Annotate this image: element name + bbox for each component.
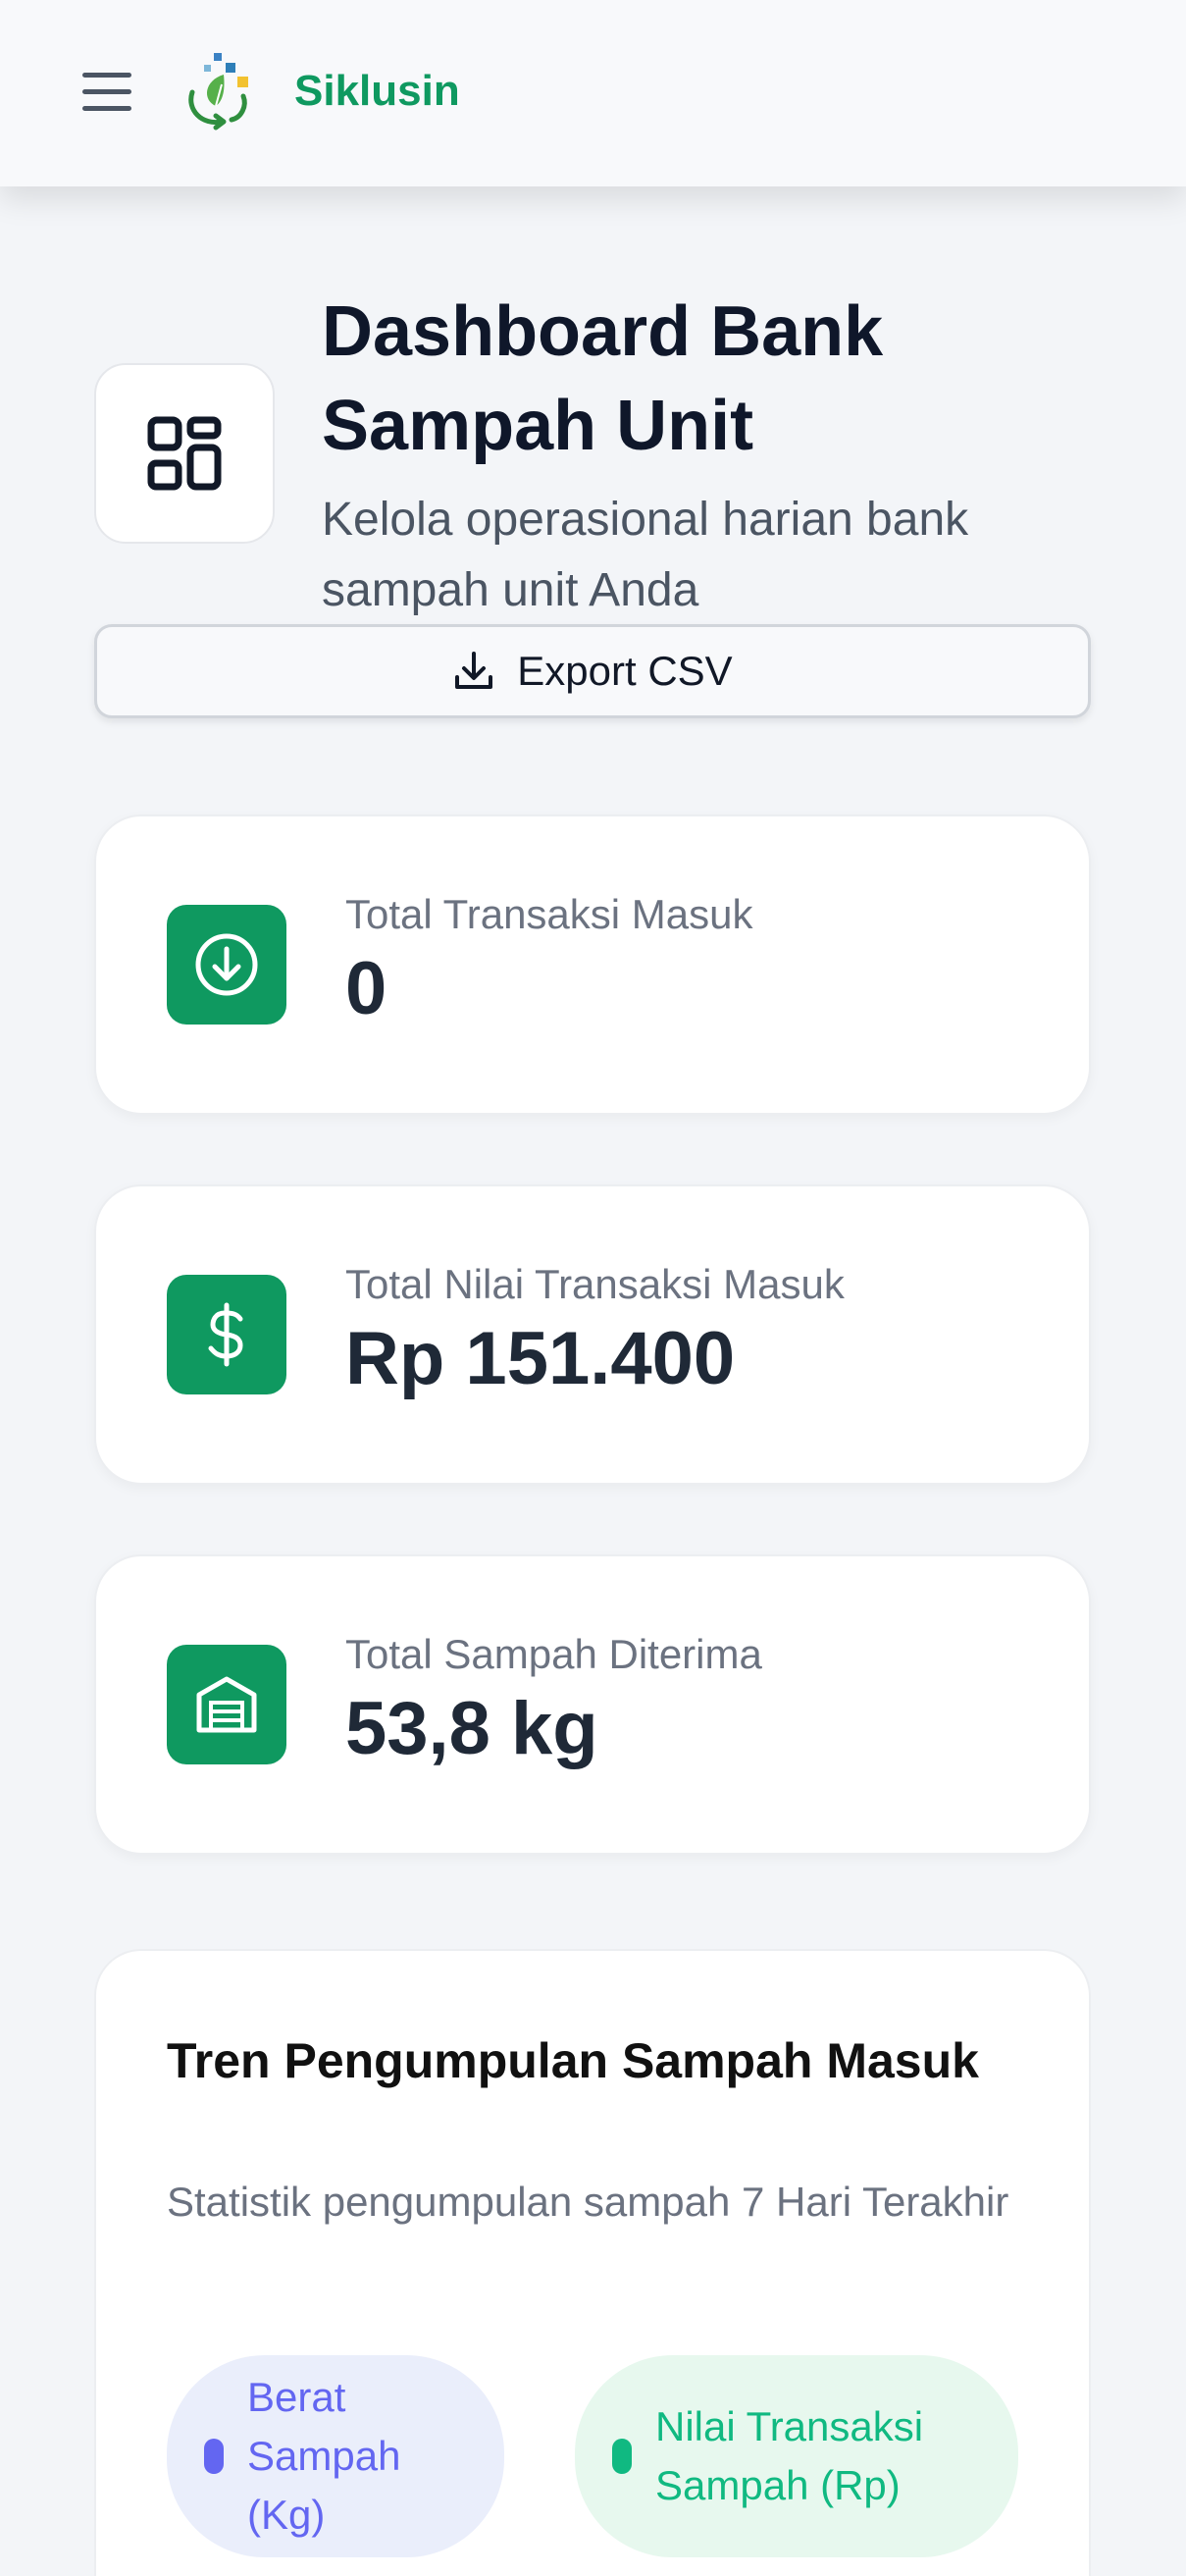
page-subtitle: Kelola operasional harian bank sampah un… <box>322 494 969 616</box>
page-title: Dashboard Bank Sampah Unit <box>322 292 884 465</box>
waste-trend-chart-card: Tren Pengumpulan Sampah Masuk Statistik … <box>94 1949 1091 2576</box>
siklusin-logo-icon <box>188 53 248 131</box>
export-csv-label: Export CSV <box>517 648 733 694</box>
legend-label: Nilai Transaksi Sampah (Rp) <box>655 2403 924 2508</box>
stat-value: 0 <box>345 947 387 1030</box>
dashboard-icon-box <box>94 363 275 544</box>
warehouse-icon <box>167 1645 286 1764</box>
legend-swatch <box>204 2439 224 2474</box>
stat-card-waste-received: Total Sampah Diterima 53,8 kg <box>94 1554 1091 1855</box>
stat-value: 53,8 kg <box>345 1687 598 1770</box>
arrow-down-circle-icon <box>167 905 286 1025</box>
stat-value: Rp 151.400 <box>345 1317 736 1400</box>
stat-label: Total Sampah Diterima <box>345 1631 762 1677</box>
chart-subtitle: Statistik pengumpulan sampah 7 Hari Tera… <box>167 2179 1009 2225</box>
dashboard-grid-icon <box>147 416 222 491</box>
top-navbar: Siklusin <box>0 0 1186 186</box>
stat-card-transactions: Total Transaksi Masuk 0 <box>94 815 1091 1115</box>
legend-value-toggle[interactable]: Nilai Transaksi Sampah (Rp) <box>575 2355 1018 2557</box>
chart-title: Tren Pengumpulan Sampah Masuk <box>167 2033 979 2088</box>
legend-label: Berat Sampah (Kg) <box>247 2374 401 2538</box>
stat-label: Total Nilai Transaksi Masuk <box>345 1261 845 1307</box>
legend-swatch <box>612 2439 632 2474</box>
brand-name[interactable]: Siklusin <box>294 67 460 116</box>
legend-weight-toggle[interactable]: Berat Sampah (Kg) <box>167 2355 504 2557</box>
stat-label: Total Transaksi Masuk <box>345 891 753 937</box>
download-icon <box>455 652 493 689</box>
dollar-icon <box>167 1275 286 1394</box>
stat-card-transaction-value: Total Nilai Transaksi Masuk Rp 151.400 <box>94 1184 1091 1485</box>
hamburger-menu-icon[interactable] <box>82 73 131 114</box>
export-csv-button[interactable]: Export CSV <box>94 624 1091 718</box>
